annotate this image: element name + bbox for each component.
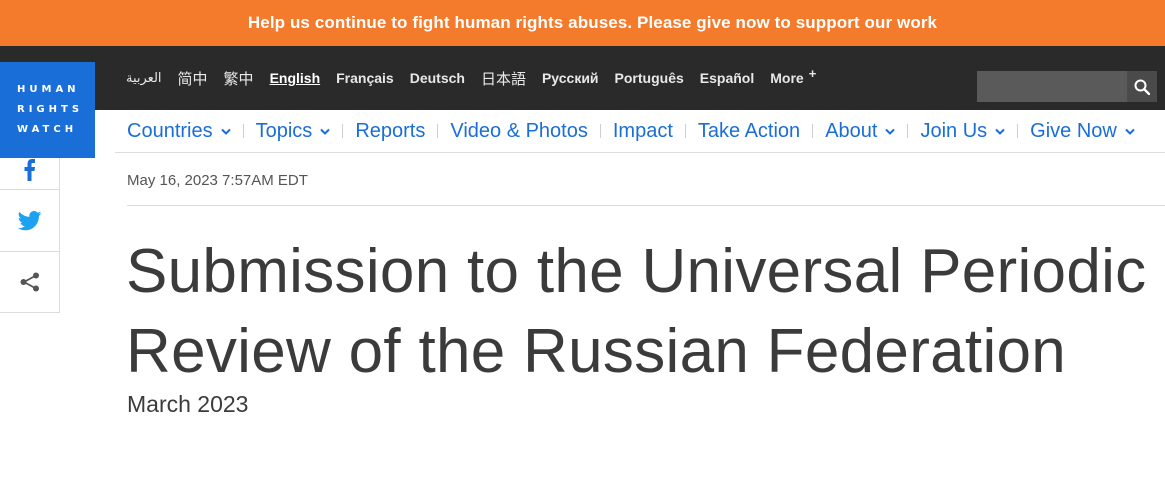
- nav-about[interactable]: About: [825, 119, 896, 143]
- logo-line-rights: RIGHTS: [17, 104, 84, 115]
- lang-french[interactable]: Français: [336, 70, 394, 86]
- twitter-icon: [18, 210, 42, 230]
- logo-line-watch: WATCH: [17, 124, 78, 135]
- nav-divider: [684, 124, 686, 138]
- nav-divider: [342, 124, 344, 138]
- twitter-share-button[interactable]: [0, 190, 60, 252]
- lang-portuguese[interactable]: Português: [615, 70, 684, 86]
- nav-impact-label: Impact: [612, 119, 673, 142]
- lang-traditional-chinese[interactable]: 繁中: [224, 68, 254, 89]
- social-share-rail: [0, 158, 60, 313]
- lang-more-label: More: [770, 70, 804, 86]
- nav-give-now-label: Give Now: [1030, 119, 1117, 142]
- article-title-line-2: Review of the Russian Federation: [126, 317, 1067, 386]
- nav-video-photos-label: Video & Photos: [450, 119, 588, 142]
- nav-reports[interactable]: Reports: [355, 120, 425, 143]
- nav-take-action[interactable]: Take Action: [698, 120, 800, 143]
- divider: [127, 205, 1165, 206]
- nav-impact[interactable]: Impact: [613, 120, 673, 143]
- article-date: May 16, 2023 7:57AM EDT: [127, 172, 308, 189]
- nav-countries[interactable]: Countries: [127, 120, 231, 143]
- nav-countries-label: Countries: [127, 119, 213, 142]
- nav-divider: [599, 124, 601, 138]
- chevron-down-icon: [220, 128, 231, 135]
- lang-arabic[interactable]: العربية: [126, 70, 162, 86]
- nav-topics-label: Topics: [255, 119, 313, 142]
- share-button[interactable]: [0, 252, 60, 313]
- article-title-line-1: Submission to the Universal Periodic: [126, 237, 1147, 306]
- chevron-down-icon: [1125, 128, 1135, 135]
- lang-simplified-chinese[interactable]: 简中: [178, 68, 208, 89]
- search-icon: [1134, 79, 1150, 95]
- language-list: العربية 简中 繁中 English Français Deutsch 日…: [126, 46, 832, 110]
- donation-banner-text[interactable]: Help us continue to fight human rights a…: [248, 13, 937, 33]
- nav-video-photos[interactable]: Video & Photos: [450, 120, 588, 143]
- lang-japanese[interactable]: 日本語: [481, 68, 526, 89]
- lang-english[interactable]: English: [270, 70, 321, 86]
- search-input[interactable]: [977, 71, 1127, 102]
- share-icon: [20, 272, 39, 292]
- nav-divider: [812, 124, 814, 138]
- nav-take-action-label: Take Action: [697, 119, 801, 142]
- nav-divider: [242, 124, 244, 138]
- search-box: [977, 71, 1157, 102]
- logo-line-human: HUMAN: [17, 84, 80, 95]
- hrw-logo[interactable]: HUMAN RIGHTS WATCH: [0, 62, 95, 158]
- nav-give-now[interactable]: Give Now: [1030, 120, 1135, 143]
- chevron-down-icon: [995, 128, 1005, 135]
- nav-divider: [907, 124, 909, 138]
- nav-about-label: About: [825, 119, 878, 142]
- main-navigation: Countries Topics Reports Video & Photos …: [115, 110, 1165, 153]
- nav-reports-label: Reports: [355, 119, 426, 142]
- facebook-share-button[interactable]: [0, 158, 60, 190]
- plus-icon: +: [808, 66, 817, 81]
- chevron-down-icon: [320, 128, 331, 135]
- nav-join-us[interactable]: Join Us: [920, 120, 1005, 143]
- lang-german[interactable]: Deutsch: [410, 70, 465, 86]
- nav-topics[interactable]: Topics: [256, 120, 331, 143]
- nav-divider: [1017, 124, 1019, 138]
- chevron-down-icon: [885, 128, 896, 135]
- article-subtitle: March 2023: [127, 391, 249, 417]
- lang-spanish[interactable]: Español: [700, 70, 754, 86]
- lang-more-button[interactable]: More +: [770, 66, 816, 86]
- nav-divider: [437, 124, 439, 138]
- article-title: Submission to the Universal Periodic Rev…: [126, 232, 1165, 392]
- donation-banner[interactable]: Help us continue to fight human rights a…: [0, 0, 1165, 46]
- search-button[interactable]: [1127, 71, 1157, 102]
- facebook-icon: [24, 158, 35, 181]
- nav-join-us-label: Join Us: [920, 119, 988, 142]
- lang-russian[interactable]: Русский: [542, 70, 599, 86]
